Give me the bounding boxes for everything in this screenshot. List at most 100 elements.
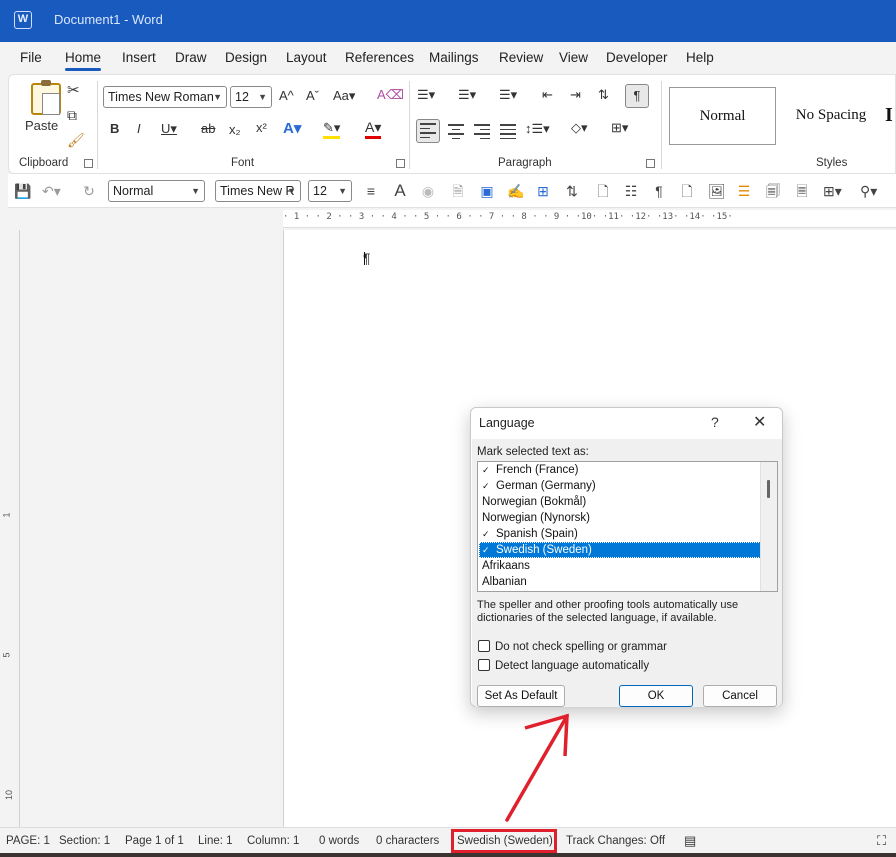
shading-icon[interactable]: ◇▾	[571, 120, 588, 136]
sort-az-icon[interactable]: ⇅	[564, 183, 580, 199]
align-left-icon[interactable]	[416, 119, 440, 143]
status-line[interactable]: Line: 1	[198, 835, 233, 847]
subscript-icon[interactable]: x₂	[229, 122, 241, 137]
underline-icon[interactable]: U▾	[161, 121, 177, 137]
tab-layout[interactable]: Layout	[286, 50, 327, 65]
tab-references[interactable]: References	[345, 50, 414, 65]
font-family-select[interactable]: Times New Roman ▼	[103, 86, 227, 108]
save-icon[interactable]: 💾	[14, 183, 31, 199]
superscript-icon[interactable]: x²	[256, 120, 267, 135]
paragraph-launcher-icon[interactable]	[646, 159, 655, 168]
paste-button[interactable]: Paste	[25, 118, 58, 133]
language-option[interactable]: ✓ Swedish (Sweden)	[479, 542, 761, 558]
undo-icon[interactable]: ↶▾	[42, 183, 61, 199]
help-icon[interactable]: ?	[711, 414, 719, 430]
close-icon[interactable]: ✕	[753, 412, 766, 432]
cancel-button[interactable]: Cancel	[703, 685, 777, 707]
increase-indent-icon[interactable]: ⇥	[570, 87, 581, 103]
qat-style-select[interactable]: Normal ▼	[108, 180, 205, 202]
highlight-lines-icon[interactable]: ☰	[736, 183, 752, 199]
tab-draw[interactable]: Draw	[175, 50, 207, 65]
tab-view[interactable]: View	[559, 50, 588, 65]
language-option[interactable]: Norwegian (Nynorsk)	[479, 510, 761, 526]
redo-icon[interactable]: ↻	[81, 183, 97, 199]
sort-icon[interactable]: ⇅	[598, 87, 609, 103]
find-icon[interactable]: 🗋	[595, 183, 611, 199]
italic-icon[interactable]: I	[137, 121, 141, 136]
status-word-count[interactable]: 0 words	[319, 835, 359, 847]
record-icon[interactable]: ◉	[420, 183, 436, 199]
tab-help[interactable]: Help	[686, 50, 714, 65]
language-option[interactable]: ✓ Spanish (Spain)	[479, 526, 761, 542]
font-size-select[interactable]: 12 ▼	[230, 86, 272, 108]
align-center-icon[interactable]	[445, 121, 467, 141]
checkbox-box[interactable]	[478, 659, 490, 671]
font-launcher-icon[interactable]	[396, 159, 405, 168]
tab-developer[interactable]: Developer	[606, 50, 668, 65]
focus-mode-icon[interactable]: ⛶	[877, 833, 886, 849]
accessibility-icon[interactable]: ▤	[684, 833, 696, 849]
checkbox-box[interactable]	[478, 640, 490, 652]
ok-button[interactable]: OK	[619, 685, 693, 707]
status-track-changes[interactable]: Track Changes: Off	[566, 835, 665, 847]
line-spacing-icon[interactable]: ≡	[363, 183, 379, 199]
status-column[interactable]: Column: 1	[247, 835, 299, 847]
language-option[interactable]: Norwegian (Bokmål)	[479, 494, 761, 510]
line-spacing-icon[interactable]: ↕☰▾	[525, 121, 550, 137]
status-page[interactable]: PAGE: 1	[6, 835, 50, 847]
language-option[interactable]: Afrikaans	[479, 558, 761, 574]
text-box-icon[interactable]: ▣	[479, 183, 495, 199]
insert-table-icon[interactable]: ⊞▾	[823, 183, 842, 199]
show-formatting-marks-icon[interactable]: ¶	[625, 84, 649, 108]
font-icon[interactable]: A	[392, 182, 408, 199]
language-list[interactable]: ✓ French (France) ✓ German (Germany) Norwegi…	[477, 461, 778, 592]
more-tools-icon[interactable]: ⚲▾	[860, 183, 877, 199]
blank-page-icon[interactable]: 🗋	[679, 183, 695, 199]
change-case-icon[interactable]: Aa▾	[333, 88, 355, 104]
status-character-count[interactable]: 0 characters	[376, 835, 439, 847]
no-check-spelling-checkbox[interactable]: Do not check spelling or grammar	[478, 640, 667, 653]
cut-icon[interactable]: ✂	[67, 81, 80, 99]
paragraph-mark-icon[interactable]: ¶	[651, 183, 667, 199]
status-page-of[interactable]: Page 1 of 1	[125, 835, 184, 847]
status-language[interactable]: Swedish (Sweden)	[451, 829, 557, 853]
language-option[interactable]: ✓ French (France)	[479, 462, 761, 478]
bullets-icon[interactable]: ☰▾	[417, 87, 435, 103]
detect-language-checkbox[interactable]: Detect language automatically	[478, 659, 649, 672]
qat-size-select[interactable]: 12 ▼	[308, 180, 352, 202]
strikethrough-icon[interactable]: ab	[201, 121, 215, 136]
tab-insert[interactable]: Insert	[122, 50, 156, 65]
scrollbar-thumb[interactable]	[767, 480, 770, 498]
status-section[interactable]: Section: 1	[59, 835, 110, 847]
format-painter-icon[interactable]: 🖌	[67, 132, 85, 149]
clipboard-launcher-icon[interactable]	[84, 159, 93, 168]
borders-icon[interactable]: ⊞▾	[611, 120, 628, 136]
highlight-icon[interactable]: ✎▾	[323, 120, 341, 139]
copy-icon[interactable]: ⧉	[67, 107, 77, 124]
horizontal-ruler[interactable]: · 1 · · 2 · · 3 · · 4 · · 5 · · 6 · · 7 …	[283, 210, 896, 228]
image-icon[interactable]: 🖼	[708, 183, 726, 199]
justify-icon[interactable]	[497, 121, 519, 141]
clear-formatting-icon[interactable]: A⌫	[377, 87, 404, 103]
language-option[interactable]: Albanian	[479, 574, 761, 590]
document-icon[interactable]: 🗎	[450, 183, 466, 199]
font-color-icon[interactable]: A▾	[365, 119, 382, 139]
tab-mailings[interactable]: Mailings	[429, 50, 479, 65]
language-option[interactable]: ✓ German (Germany)	[479, 478, 761, 494]
format-icon[interactable]: 🗐	[765, 183, 781, 199]
tab-review[interactable]: Review	[499, 50, 543, 65]
multilevel-list-icon[interactable]: ☰▾	[499, 87, 517, 103]
qat-font-select[interactable]: Times New R ▼	[215, 180, 301, 202]
grow-font-icon[interactable]: A^	[279, 88, 294, 103]
tab-home[interactable]: Home	[65, 50, 102, 71]
vertical-ruler[interactable]: 1 5 10	[0, 230, 20, 827]
style-heading-partial[interactable]: I	[885, 87, 896, 145]
text-effects-icon[interactable]: A▾	[283, 119, 301, 137]
numbering-icon[interactable]: ☰▾	[458, 87, 476, 103]
sign-icon[interactable]: ✍	[507, 183, 524, 199]
language-list-scrollbar[interactable]	[760, 462, 777, 591]
style-normal[interactable]: Normal	[669, 87, 776, 145]
style-no-spacing[interactable]: No Spacing	[779, 87, 883, 145]
table-grid-icon[interactable]: ⊞	[535, 183, 551, 199]
set-as-default-button[interactable]: Set As Default	[477, 685, 565, 707]
